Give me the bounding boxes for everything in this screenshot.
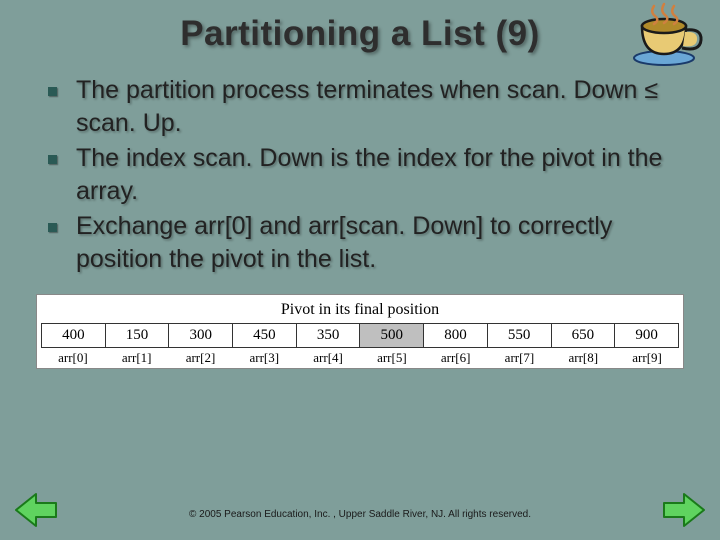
copyright-footer: © 2005 Pearson Education, Inc. , Upper S… [0,509,720,520]
array-label: arr[3] [232,350,296,366]
array-cell: 550 [487,324,551,348]
slide: Partitioning a List (9) The partition pr… [0,0,720,540]
array-cell: 650 [551,324,615,348]
bullet-item: The index scan. Down is the index for th… [42,142,686,208]
array-cell: 400 [42,324,106,348]
array-label: arr[1] [105,350,169,366]
array-label: arr[9] [615,350,679,366]
next-button[interactable] [662,490,706,530]
arrow-left-icon [14,490,58,530]
array-label: arr[7] [488,350,552,366]
arrow-right-icon [662,490,706,530]
array-cell: 450 [233,324,297,348]
teacup-icon [628,2,706,68]
array-label: arr[2] [169,350,233,366]
array-table: 400 150 300 450 350 500 800 550 650 900 [41,323,679,348]
array-cell: 900 [615,324,679,348]
page-title: Partitioning a List (9) [24,14,696,54]
array-cell: 150 [105,324,169,348]
array-cell: 300 [169,324,233,348]
array-labels: arr[0] arr[1] arr[2] arr[3] arr[4] arr[5… [41,350,679,366]
array-label: arr[6] [424,350,488,366]
bullet-item: The partition process terminates when sc… [42,74,686,140]
array-label: arr[0] [41,350,105,366]
array-cell-pivot: 500 [360,324,424,348]
array-cell: 800 [424,324,488,348]
array-label: arr[4] [296,350,360,366]
figure-caption: Pivot in its final position [41,301,679,319]
prev-button[interactable] [14,490,58,530]
array-cell: 350 [296,324,360,348]
pivot-figure: Pivot in its final position 400 150 300 … [36,294,684,369]
bullet-item: Exchange arr[0] and arr[scan. Down] to c… [42,210,686,276]
bullet-list: The partition process terminates when sc… [24,74,696,276]
array-label: arr[5] [360,350,424,366]
array-label: arr[8] [551,350,615,366]
